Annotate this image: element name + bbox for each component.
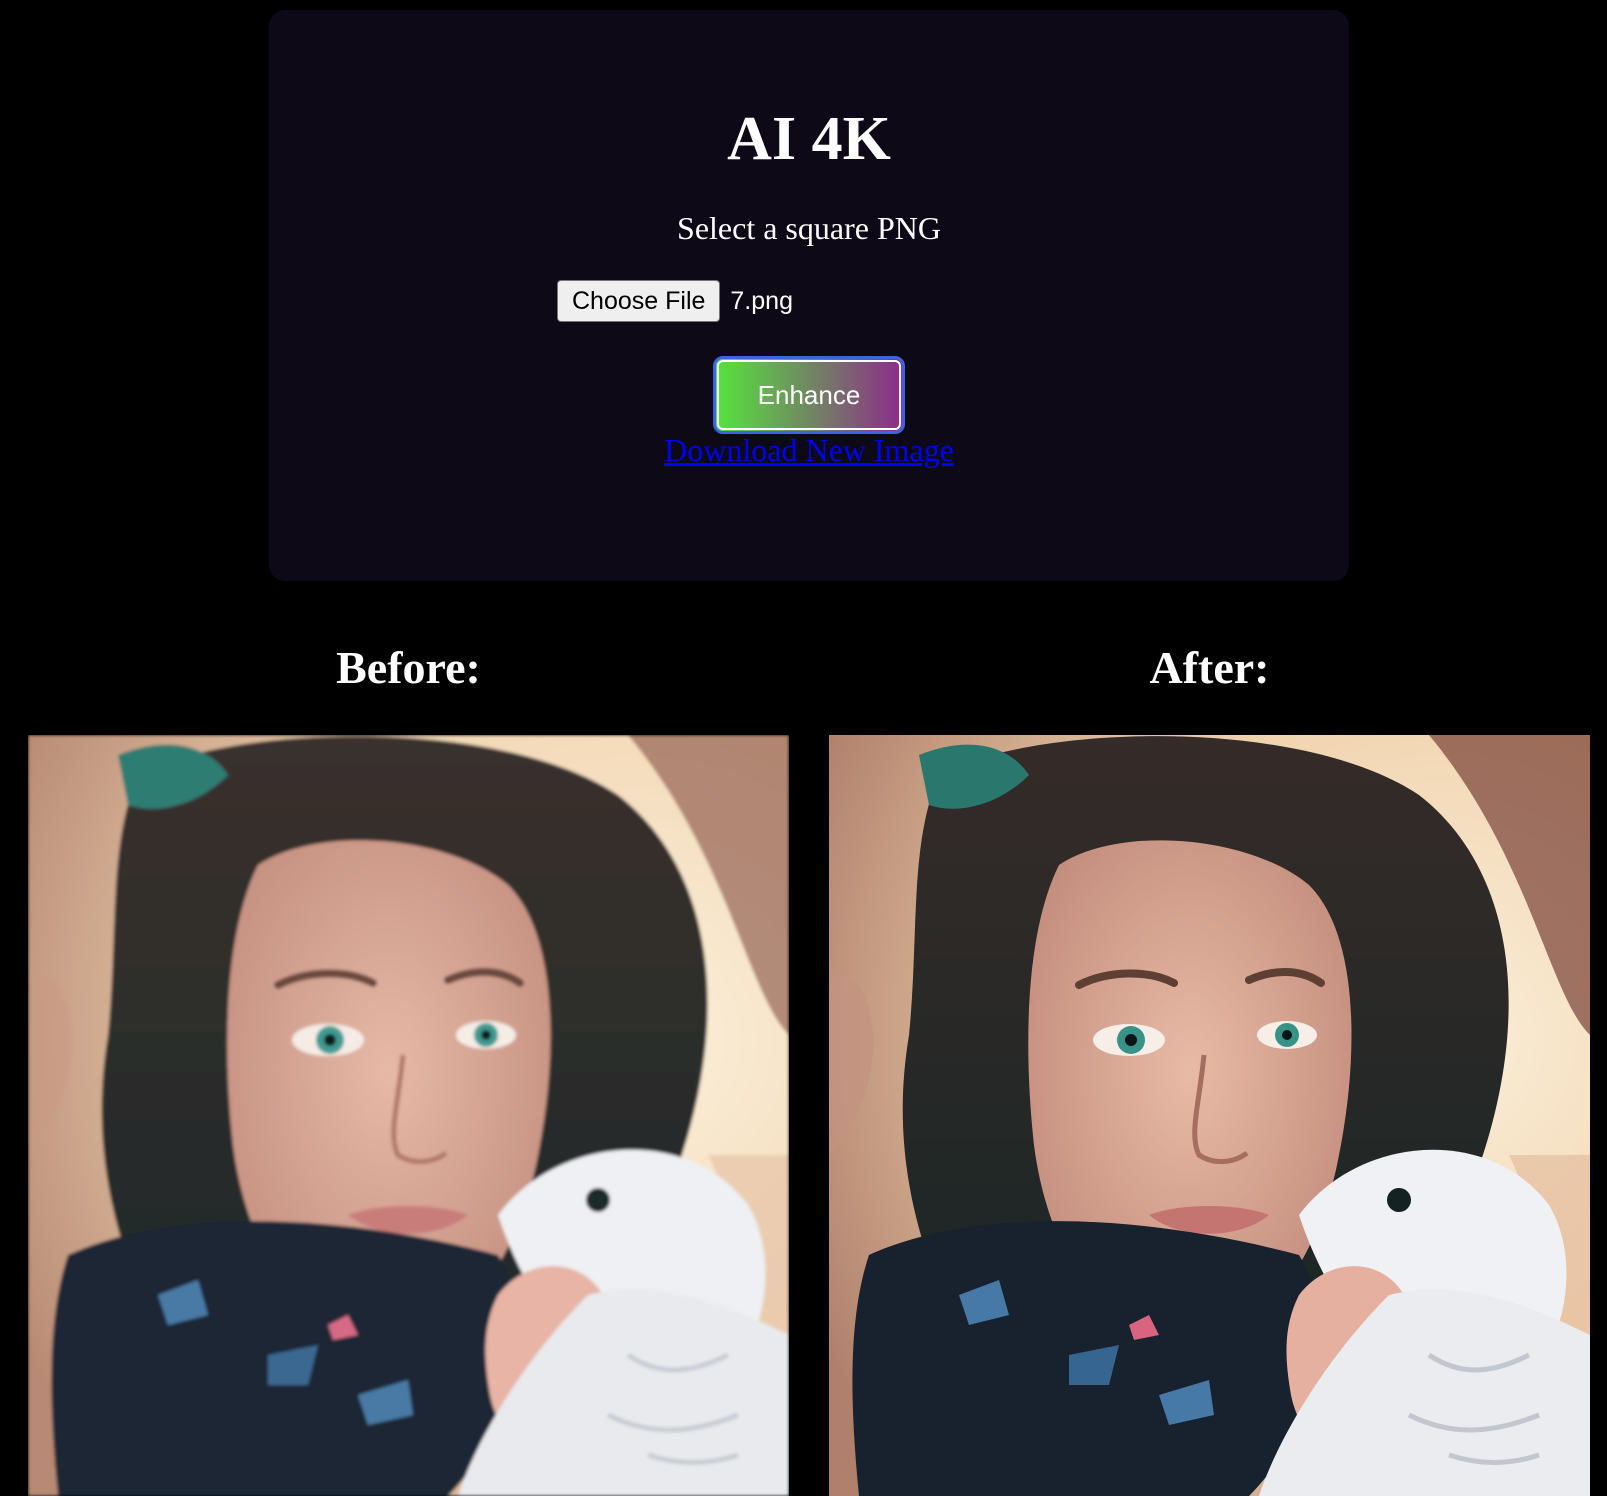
download-link[interactable]: Download New Image — [664, 432, 954, 468]
instructions-text: Select a square PNG — [677, 210, 941, 246]
before-heading: Before: — [336, 642, 481, 693]
page: AI 4K Select a square PNG Choose File 7.… — [0, 0, 1607, 1496]
download-link-wrapper: Download New Image — [269, 430, 1349, 470]
selected-file-name: 7.png — [730, 286, 793, 315]
choose-file-button[interactable]: Choose File — [557, 280, 721, 322]
enhance-button[interactable]: Enhance — [713, 356, 905, 434]
before-image-art — [28, 735, 789, 1496]
after-image — [829, 735, 1590, 1496]
app-title: AI 4K — [727, 105, 891, 173]
after-heading: After: — [1149, 642, 1270, 693]
after-image-art — [829, 735, 1590, 1496]
before-image — [28, 735, 789, 1496]
file-input: Choose File 7.png — [557, 280, 793, 322]
upload-panel: AI 4K Select a square PNG Choose File 7.… — [269, 10, 1349, 581]
